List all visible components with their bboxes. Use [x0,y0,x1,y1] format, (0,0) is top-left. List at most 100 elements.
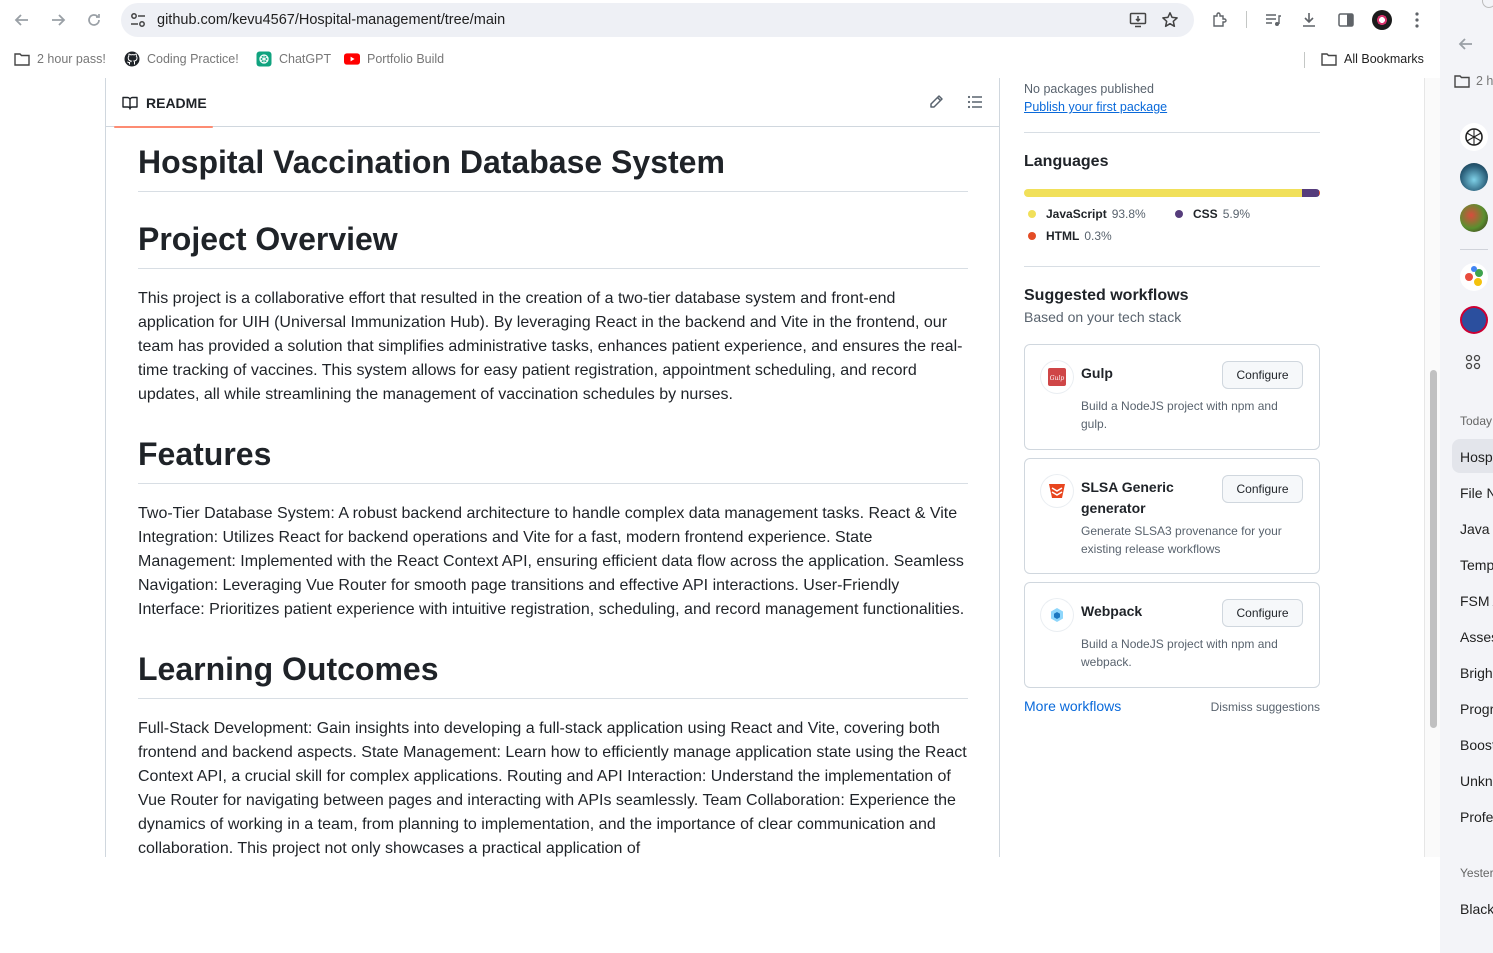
workflow-card-webpack: Webpack Build a NodeJS project with npm … [1024,582,1320,688]
language-html[interactable]: HTML 0.3% [1024,229,1112,243]
puzzle-app-icon[interactable] [1460,263,1488,291]
history-item[interactable]: Brigh [1460,665,1493,681]
bookmark-label: Coding Practice! [147,52,239,66]
folder-icon [1321,51,1337,67]
history-item[interactable]: Profe [1460,809,1493,825]
readme-tab-label: README [146,94,207,111]
history-item[interactable]: FSM A [1460,593,1493,609]
folder-icon [1454,75,1470,88]
back-button[interactable] [1458,36,1478,56]
youtube-icon [344,51,360,67]
list-icon [967,95,982,109]
arrow-right-icon [52,14,66,26]
food-app-icon[interactable] [1460,204,1488,232]
github-repo-page: README Hospital Vaccination Database Sys… [0,78,1440,857]
history-item[interactable]: Temp [1460,557,1493,573]
workflows-subtitle: Based on your tech stack [1024,309,1182,325]
readme-title: Hospital Vaccination Database System [138,142,968,192]
history-item[interactable]: Hosp [1460,449,1493,465]
book-icon [122,96,138,110]
configure-button[interactable]: Configure [1222,599,1303,627]
uk-flag-icon[interactable] [1460,306,1488,334]
side-bookmark-folder[interactable]: 2 h [1454,74,1493,88]
outline-button[interactable] [965,92,985,112]
configure-button[interactable]: Configure [1222,361,1303,389]
language-css[interactable]: CSS 5.9% [1171,207,1250,221]
bookmark-label: ChatGPT [279,52,332,66]
space-app-icon[interactable] [1460,163,1488,191]
readme-panel: README Hospital Vaccination Database Sys… [105,78,1000,857]
chatgpt-icon[interactable] [1460,123,1488,151]
language-percent: 0.3% [1084,229,1112,243]
bookmark-coding-practice[interactable]: Coding Practice! [124,51,239,67]
configure-button[interactable]: Configure [1222,475,1303,503]
language-name: HTML [1046,229,1080,243]
all-bookmarks[interactable]: All Bookmarks [1321,51,1424,67]
star-icon[interactable] [1160,10,1180,30]
divider [1024,132,1320,133]
side-panel-icon[interactable] [1335,9,1357,31]
scrollbar-thumb[interactable] [1430,370,1437,728]
language-name: JavaScript [1046,207,1107,221]
section-body-overview: This project is a collaborative effort t… [138,290,963,403]
reload-button[interactable] [82,8,106,32]
arrow-left-icon [1458,38,1472,50]
bookmark-label: Portfolio Build [367,52,445,66]
apps-grid-icon[interactable] [1465,354,1481,375]
side-bookmark-label: 2 h [1476,74,1493,88]
download-icon[interactable] [1298,9,1320,31]
gulp-icon: Gulp [1041,361,1073,393]
arrow-left-icon [14,14,28,26]
history-item[interactable]: File N [1460,485,1493,501]
folder-icon [14,51,30,67]
edit-readme-button[interactable] [926,92,946,112]
toolbar-divider [1246,11,1247,28]
bookmark-portfolio-build[interactable]: Portfolio Build [344,51,444,67]
url-text[interactable]: github.com/kevu4567/Hospital-management/… [157,12,505,28]
dismiss-suggestions-link[interactable]: Dismiss suggestions [1211,700,1320,714]
language-javascript[interactable]: JavaScript 93.8% [1024,207,1146,221]
extensions-icon[interactable] [1209,9,1231,31]
profile-avatar[interactable] [1372,10,1392,30]
bookmark-chatgpt[interactable]: ChatGPT [256,51,331,67]
more-menu-icon[interactable] [1406,9,1428,31]
history-item[interactable]: Progr [1460,701,1493,717]
history-item[interactable]: Asses [1460,629,1493,645]
workflow-title: Webpack [1081,603,1143,619]
history-item[interactable]: Black [1460,901,1493,917]
back-button[interactable] [10,8,34,32]
page-bottom-area [0,857,1440,953]
bookmarks-divider [1304,52,1305,68]
language-dot [1028,232,1036,240]
address-bar[interactable]: github.com/kevu4567/Hospital-management/… [121,3,1194,37]
more-workflows-link[interactable]: More workflows [1024,698,1121,714]
workflow-description: Build a NodeJS project with npm and gulp… [1081,399,1278,431]
window-control[interactable] [1482,0,1493,8]
section-heading-learning-outcomes: Learning Outcomes [138,649,968,699]
pencil-icon [930,95,943,108]
languages-heading: Languages [1024,153,1109,170]
browser-chrome: github.com/kevu4567/Hospital-management/… [0,0,1440,78]
forward-button[interactable] [46,8,70,32]
bookmark-label: 2 hour pass! [37,52,106,66]
workflow-title: SLSA Generic generator [1081,479,1174,516]
workflow-card-slsa: SLSA Generic generator Generate SLSA3 pr… [1024,458,1320,574]
section-body-features: Two-Tier Database System: A robust backe… [138,505,965,618]
language-bar-css [1301,189,1320,197]
site-settings-icon[interactable] [129,11,147,29]
language-percent: 93.8% [1111,207,1146,221]
publish-package-link[interactable]: Publish your first package [1024,100,1167,114]
reload-icon [88,14,100,26]
media-controls-icon[interactable] [1262,9,1284,31]
language-bar [1024,189,1320,197]
tab-readme[interactable]: README [114,78,213,128]
history-item[interactable]: Java C [1460,521,1493,537]
install-app-icon[interactable] [1128,10,1148,30]
language-name: CSS [1193,207,1218,221]
history-item[interactable]: Unkn [1460,773,1493,789]
bookmark-folder-2-hour-pass[interactable]: 2 hour pass! [14,51,106,67]
packages-empty-text: No packages published [1024,82,1154,96]
language-bar-html [1319,189,1320,197]
language-dot [1028,210,1036,218]
history-item[interactable]: Boost [1460,737,1493,753]
